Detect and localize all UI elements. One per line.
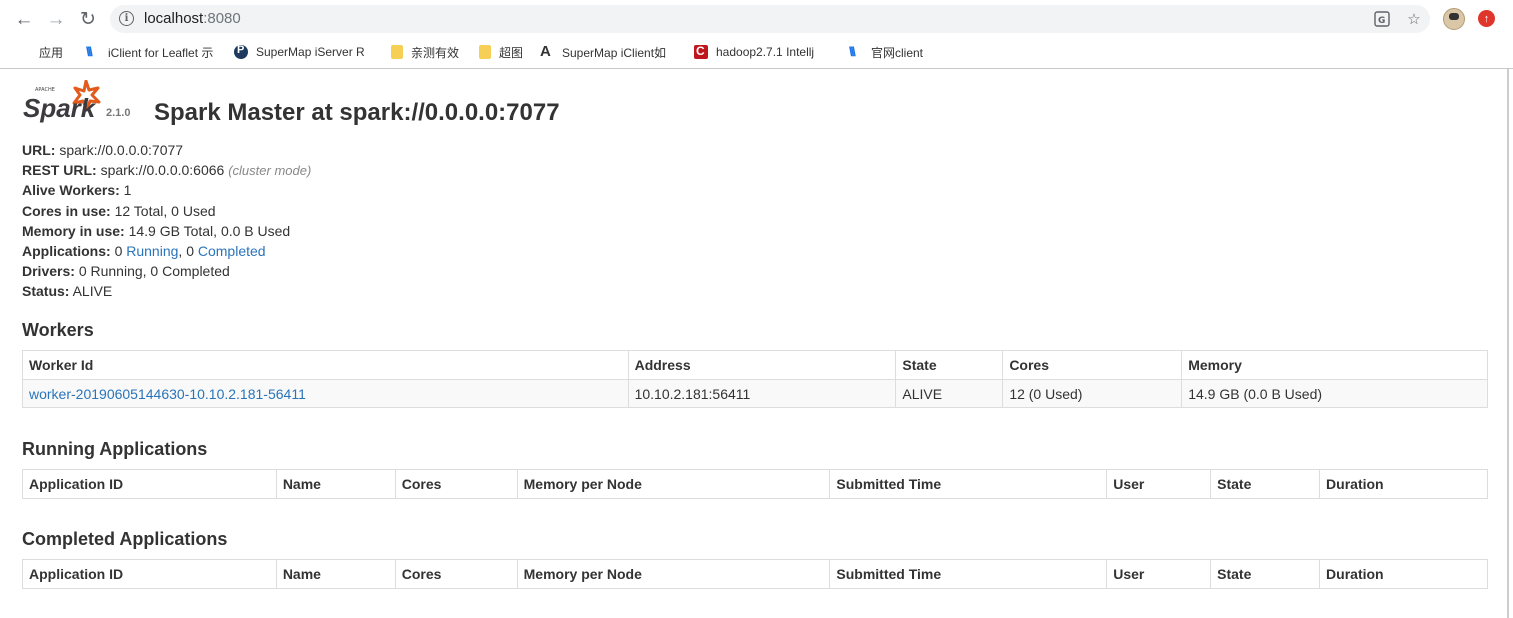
running-apps-link[interactable]: Running bbox=[126, 243, 178, 259]
csdn-icon bbox=[694, 44, 708, 59]
bookmark-supermap-iclient[interactable]: A SuperMap iClient如 bbox=[540, 43, 666, 61]
bookmark-folder-supermap[interactable]: 超图 bbox=[479, 43, 523, 61]
translate-icon[interactable]: G bbox=[1372, 10, 1392, 28]
summary-cores: Cores in use: 12 Total, 0 Used bbox=[22, 202, 216, 219]
table-header-row: Application ID Name Cores Memory per Nod… bbox=[22, 469, 1488, 499]
browser-toolbar: ← → ↻ i localhost:8080 G ☆ ↑ bbox=[0, 0, 1513, 37]
address-bar[interactable]: i localhost:8080 G ☆ bbox=[110, 5, 1430, 33]
bookmark-supermap-iserver[interactable]: SuperMap iServer R bbox=[234, 43, 365, 61]
summary-alive-workers: Alive Workers: 1 bbox=[22, 182, 132, 199]
summary-status: Status: ALIVE bbox=[22, 283, 113, 300]
summary-memory: Memory in use: 14.9 GB Total, 0.0 B Used bbox=[22, 222, 291, 239]
column-header[interactable]: User bbox=[1106, 469, 1212, 499]
column-header[interactable]: Cores bbox=[394, 559, 518, 589]
column-header[interactable]: Memory per Node bbox=[516, 559, 831, 589]
summary-applications: Applications: 0 Running, 0 Completed bbox=[22, 242, 266, 259]
url-host: localhost bbox=[144, 10, 204, 27]
bookmark-apps[interactable]: 应用 bbox=[17, 43, 63, 61]
bookmark-label: SuperMap iServer R bbox=[256, 45, 365, 59]
worker-state-cell: ALIVE bbox=[895, 379, 1004, 408]
summary-drivers: Drivers: 0 Running, 0 Completed bbox=[22, 263, 230, 280]
bookmark-label: hadoop2.7.1 Intellj bbox=[716, 45, 815, 59]
svg-text:G: G bbox=[1378, 16, 1385, 26]
apps-grid-icon bbox=[17, 45, 31, 59]
column-header[interactable]: Duration bbox=[1319, 469, 1488, 499]
worker-cores-cell: 12 (0 Used) bbox=[1002, 379, 1183, 408]
bookmark-official-client[interactable]: \\\ 官网client bbox=[849, 43, 923, 61]
spark-logo[interactable]: APACHE Spark bbox=[22, 79, 104, 124]
folder-icon bbox=[391, 45, 403, 59]
profile-avatar[interactable] bbox=[1443, 8, 1465, 30]
master-summary: URL: spark://0.0.0.0:7077 REST URL: spar… bbox=[22, 140, 311, 302]
column-header[interactable]: Duration bbox=[1319, 559, 1488, 589]
column-header[interactable]: Cores bbox=[394, 469, 518, 499]
table-row: worker-20190605144630-10.10.2.181-56411 … bbox=[22, 379, 1488, 408]
worker-id-cell: worker-20190605144630-10.10.2.181-56411 bbox=[22, 379, 629, 408]
supermap-a-icon: A bbox=[540, 43, 551, 60]
browser-chrome: ← → ↻ i localhost:8080 G ☆ ↑ 应用 \\\ iCli… bbox=[0, 0, 1513, 69]
summary-url: URL: spark://0.0.0.0:7077 bbox=[22, 142, 184, 158]
column-header[interactable]: Worker Id bbox=[22, 350, 629, 380]
worker-address-cell: 10.10.2.181:56411 bbox=[627, 379, 897, 408]
column-header[interactable]: Submitted Time bbox=[829, 469, 1108, 499]
column-header[interactable]: Name bbox=[275, 559, 396, 589]
column-header[interactable]: State bbox=[895, 350, 1004, 380]
logo-spark-text: Spark bbox=[23, 93, 97, 123]
column-header[interactable]: User bbox=[1106, 559, 1212, 589]
forward-icon[interactable]: → bbox=[43, 6, 69, 32]
url-port: :8080 bbox=[203, 10, 241, 27]
worker-memory-cell: 14.9 GB (0.0 B Used) bbox=[1181, 379, 1488, 408]
column-header[interactable]: Memory bbox=[1181, 350, 1488, 380]
bookmark-label: iClient for Leaflet 示 bbox=[108, 45, 214, 60]
completed-apps-link[interactable]: Completed bbox=[198, 243, 266, 259]
worker-id-link[interactable]: worker-20190605144630-10.10.2.181-56411 bbox=[29, 386, 306, 402]
bookmark-label: 亲测有效 bbox=[411, 45, 460, 60]
column-header[interactable]: Cores bbox=[1002, 350, 1183, 380]
iclient-icon: \\\ bbox=[86, 44, 93, 59]
completed-apps-table: Application ID Name Cores Memory per Nod… bbox=[22, 559, 1488, 589]
reload-icon[interactable]: ↻ bbox=[75, 6, 101, 32]
bookmark-label: 官网client bbox=[871, 45, 924, 60]
running-apps-title[interactable]: Running Applications bbox=[22, 439, 207, 460]
column-header[interactable]: Application ID bbox=[22, 469, 277, 499]
bookmark-label: SuperMap iClient如 bbox=[562, 45, 667, 60]
column-header[interactable]: Application ID bbox=[22, 559, 277, 589]
spark-master-page: APACHE Spark 2.1.0 Spark Master at spark… bbox=[0, 69, 1509, 618]
supermap-icon bbox=[234, 44, 248, 59]
running-apps-table: Application ID Name Cores Memory per Nod… bbox=[22, 469, 1488, 499]
bookmark-label: 应用 bbox=[39, 45, 64, 60]
table-header-row: Application ID Name Cores Memory per Nod… bbox=[22, 559, 1488, 589]
column-header[interactable]: State bbox=[1210, 469, 1321, 499]
spark-version: 2.1.0 bbox=[106, 107, 131, 119]
back-icon[interactable]: ← bbox=[11, 6, 37, 32]
folder-icon bbox=[479, 45, 491, 59]
bookmarks-bar: 应用 \\\ iClient for Leaflet 示 SuperMap iS… bbox=[0, 37, 1513, 68]
completed-apps-title[interactable]: Completed Applications bbox=[22, 529, 227, 550]
bookmark-hadoop[interactable]: hadoop2.7.1 Intellj bbox=[694, 43, 814, 61]
column-header[interactable]: Submitted Time bbox=[829, 559, 1108, 589]
url-text[interactable]: localhost:8080 bbox=[144, 10, 241, 27]
column-header[interactable]: State bbox=[1210, 559, 1321, 589]
iclient-icon: \\\ bbox=[849, 44, 856, 59]
page-title: Spark Master at spark://0.0.0.0:7077 bbox=[154, 99, 560, 126]
info-icon[interactable]: i bbox=[119, 11, 134, 26]
workers-table: Worker Id Address State Cores Memory wor… bbox=[22, 350, 1488, 408]
bookmark-label: 超图 bbox=[499, 45, 524, 60]
column-header[interactable]: Memory per Node bbox=[516, 469, 831, 499]
summary-rest-url: REST URL: spark://0.0.0.0:6066 (cluster … bbox=[22, 162, 312, 179]
bookmark-folder-tested[interactable]: 亲测有效 bbox=[391, 43, 459, 61]
column-header[interactable]: Name bbox=[275, 469, 396, 499]
table-header-row: Worker Id Address State Cores Memory bbox=[22, 350, 1488, 380]
star-icon[interactable]: ☆ bbox=[1404, 10, 1424, 28]
workers-title[interactable]: Workers bbox=[22, 320, 94, 341]
extension-icon[interactable]: ↑ bbox=[1478, 10, 1495, 27]
column-header[interactable]: Address bbox=[627, 350, 897, 380]
bookmark-iclient-leaflet[interactable]: \\\ iClient for Leaflet 示 bbox=[86, 43, 213, 61]
